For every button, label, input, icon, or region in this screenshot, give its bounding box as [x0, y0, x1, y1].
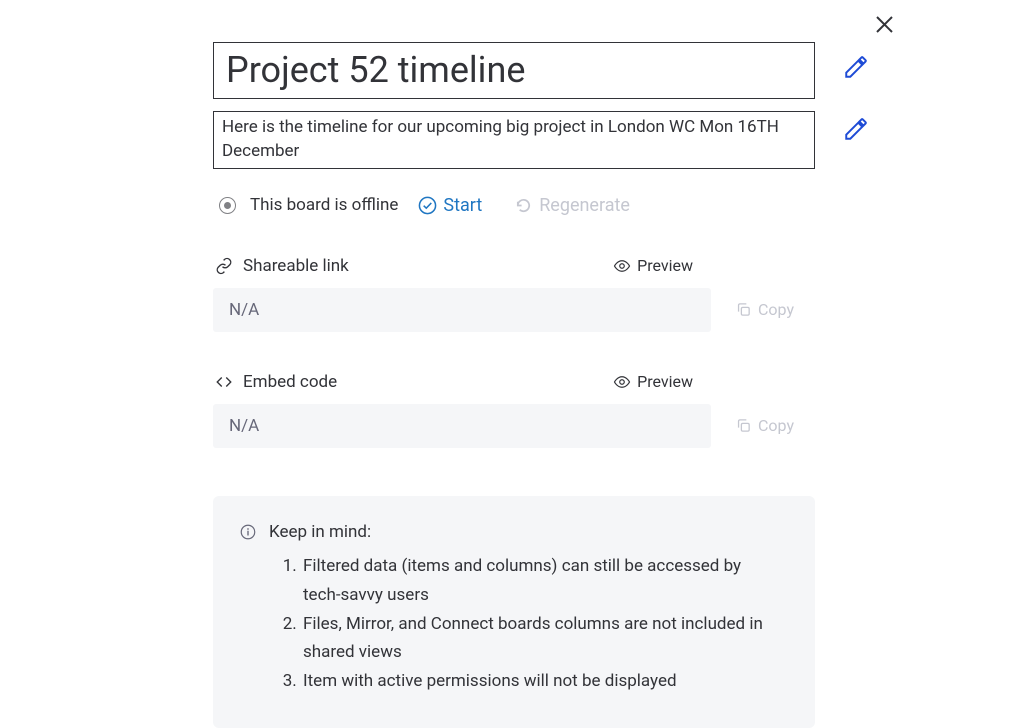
check-circle-icon [418, 196, 437, 215]
copy-icon [735, 417, 752, 434]
shareable-link-value[interactable]: N/A [213, 288, 711, 332]
copy-icon [735, 301, 752, 318]
link-icon [215, 257, 233, 275]
status-row: This board is offline Start Regenerate [213, 195, 815, 216]
copy-embed-label: Copy [758, 416, 794, 435]
offline-radio[interactable] [219, 197, 236, 214]
keep-in-mind-box: Keep in mind: Filtered data (items and c… [213, 496, 815, 728]
preview-share-button[interactable]: Preview [613, 256, 693, 275]
preview-embed-label: Preview [637, 372, 693, 391]
pencil-icon [843, 116, 869, 142]
edit-description-button[interactable] [843, 116, 869, 142]
start-button[interactable]: Start [418, 195, 482, 216]
copy-share-label: Copy [758, 300, 794, 319]
description-input[interactable]: Here is the timeline for our upcoming bi… [213, 111, 815, 169]
keep-list: Filtered data (items and columns) can st… [239, 552, 781, 696]
keep-heading: Keep in mind: [269, 522, 371, 542]
start-label: Start [443, 195, 482, 216]
preview-share-label: Preview [637, 256, 693, 275]
copy-share-button: Copy [735, 300, 815, 319]
close-button[interactable] [872, 12, 896, 36]
page-title: Project 52 timeline [226, 49, 802, 92]
page-description: Here is the timeline for our upcoming bi… [222, 116, 806, 164]
title-input[interactable]: Project 52 timeline [213, 42, 815, 99]
code-icon [215, 373, 233, 391]
pencil-icon [843, 54, 869, 80]
shareable-link-section: Shareable link Preview N/A Copy [213, 256, 815, 332]
embed-code-label: Embed code [243, 372, 337, 392]
keep-item: Files, Mirror, and Connect boards column… [301, 610, 781, 668]
keep-item: Item with active permissions will not be… [301, 667, 781, 696]
embed-code-value[interactable]: N/A [213, 404, 711, 448]
regenerate-button: Regenerate [514, 195, 630, 216]
offline-status-text: This board is offline [250, 195, 398, 215]
close-icon [876, 16, 893, 33]
regenerate-label: Regenerate [539, 195, 630, 216]
eye-icon [613, 373, 631, 391]
eye-icon [613, 257, 631, 275]
shareable-link-label: Shareable link [243, 256, 349, 276]
info-icon [239, 523, 257, 541]
copy-embed-button: Copy [735, 416, 815, 435]
embed-code-section: Embed code Preview N/A Copy [213, 372, 815, 448]
refresh-icon [514, 196, 533, 215]
edit-title-button[interactable] [843, 54, 869, 80]
keep-item: Filtered data (items and columns) can st… [301, 552, 781, 610]
embed-code-title: Embed code [215, 372, 337, 392]
shareable-link-title: Shareable link [215, 256, 349, 276]
preview-embed-button[interactable]: Preview [613, 372, 693, 391]
radio-dot-icon [224, 202, 231, 209]
